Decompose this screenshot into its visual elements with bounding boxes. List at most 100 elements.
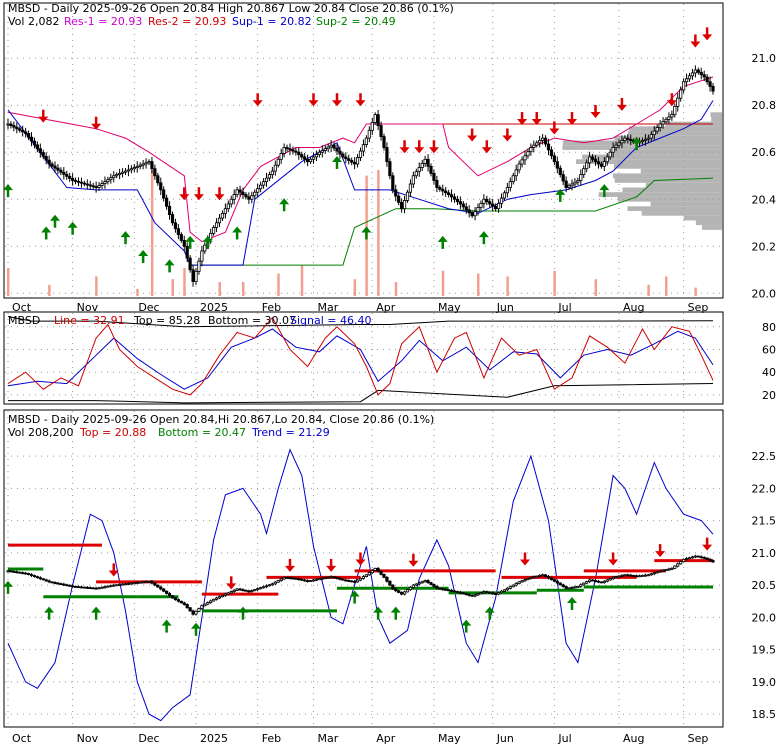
candle-body (699, 71, 703, 76)
candle-body (467, 594, 471, 596)
candle-body (162, 189, 166, 199)
candle-body (670, 114, 674, 118)
candle-body (467, 209, 471, 214)
candle-body (317, 151, 321, 155)
candle-body (126, 169, 131, 172)
candle-body (444, 588, 448, 591)
candle-body (649, 134, 653, 139)
candle-body (502, 589, 507, 592)
candle-body (602, 161, 606, 167)
candle-body (59, 169, 63, 173)
candle-body (285, 147, 289, 150)
candle-body (259, 587, 263, 590)
candle-body (153, 582, 157, 586)
candle-body (21, 129, 25, 133)
candle-body (520, 159, 524, 165)
candle-body (411, 584, 415, 588)
candle-body (109, 177, 113, 181)
candle-body (438, 587, 442, 590)
candle-body (687, 75, 692, 80)
candle-body (470, 212, 474, 217)
candle-body (684, 558, 689, 560)
osc-header-top: Top = 85.28 (133, 314, 200, 327)
candle-body (182, 602, 186, 605)
y-tick-label: 40 (762, 366, 776, 379)
candle-body (447, 192, 451, 195)
volume-bar (150, 170, 154, 296)
candle-body (291, 577, 295, 580)
x-tick-label: Nov (77, 301, 99, 314)
candle-body (129, 168, 133, 171)
candle-body (420, 163, 424, 168)
candle-body (294, 150, 298, 153)
x-tick-label: Apr (376, 301, 396, 314)
candle-body (335, 147, 339, 152)
candle-body (338, 150, 342, 155)
candle-body (520, 580, 524, 583)
candle-body (505, 187, 509, 194)
candle-body (402, 200, 407, 210)
candle-body (585, 581, 589, 584)
candle-body (206, 602, 210, 605)
candle-body (358, 577, 363, 581)
candle-body (26, 133, 31, 138)
x-tick-label-bottom: Oct (12, 732, 32, 745)
candle-body (162, 588, 166, 592)
candle-body (185, 245, 189, 259)
candle-body (297, 151, 301, 155)
candle-body (29, 574, 34, 576)
candle-body (444, 190, 448, 194)
candle-body (306, 580, 310, 582)
candle-body (652, 130, 656, 136)
candle-body (123, 170, 128, 173)
x-tick-label-bottom: Dec (138, 732, 159, 745)
candle-body (552, 579, 556, 582)
candle-body (112, 584, 116, 587)
candle-body (449, 194, 454, 198)
candle-body (323, 148, 327, 151)
candle-body (182, 240, 186, 247)
x-tick-label: Mar (318, 301, 339, 314)
candle-body (464, 593, 468, 596)
candle-body (667, 116, 671, 120)
candle-body (526, 578, 530, 581)
candle-body (405, 589, 410, 593)
candle-body (6, 123, 10, 126)
candle-body (640, 575, 645, 577)
volume-profile-bar (629, 126, 722, 132)
candle-body (159, 586, 163, 590)
volume-bar (48, 284, 51, 296)
candle-body (118, 584, 122, 586)
candle-body (79, 181, 84, 184)
volume-bar (377, 170, 380, 296)
candle-body (291, 149, 295, 152)
candle-body (35, 576, 39, 579)
candle-body (508, 586, 512, 589)
candle-body (602, 580, 606, 583)
candle-body (361, 144, 366, 152)
candle-body (232, 194, 236, 200)
candle-body (408, 586, 413, 591)
y-tick-label: 20.8 (752, 99, 777, 112)
candle-body (608, 151, 612, 158)
candle-body (209, 600, 213, 603)
candle-body (423, 580, 427, 583)
price-header-title: MBSD - Daily 2025-09-26 Open 20.84 High … (8, 2, 454, 15)
candle-body (494, 205, 498, 210)
x-tick-label: Dec (138, 301, 159, 314)
candle-body (65, 584, 69, 587)
candle-body (576, 180, 580, 183)
candle-body (532, 144, 536, 148)
candle-body (238, 189, 242, 193)
candle-body (564, 180, 568, 188)
candle-body (53, 165, 57, 169)
candle-body (144, 581, 148, 583)
price-header-vol: Vol 2,082 (8, 15, 59, 28)
candle-body (12, 125, 16, 128)
candle-body (106, 179, 110, 183)
volume-profile-bar (695, 220, 722, 226)
candle-body (129, 582, 133, 585)
candle-body (244, 194, 248, 198)
candle-body (223, 208, 227, 214)
candle-body (596, 161, 601, 165)
